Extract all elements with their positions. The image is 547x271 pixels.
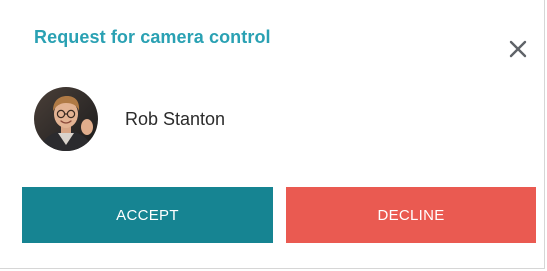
camera-control-request-dialog: Request for camera control Rob Stanton A… (0, 0, 545, 269)
dialog-title: Request for camera control (34, 27, 271, 47)
avatar-image (34, 87, 98, 151)
requester-name: Rob Stanton (125, 108, 226, 129)
requester-row: Rob Stanton (34, 86, 225, 152)
avatar (34, 87, 98, 151)
accept-button[interactable]: ACCEPT (22, 187, 273, 243)
close-icon-glyph (509, 40, 527, 58)
close-icon[interactable] (505, 36, 531, 62)
decline-button[interactable]: DECLINE (286, 187, 536, 243)
